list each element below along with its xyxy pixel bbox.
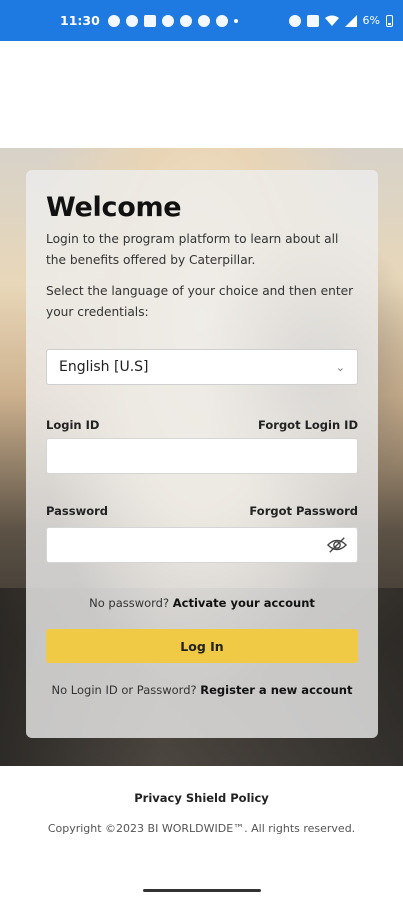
system-icons: 6% (288, 14, 393, 27)
password-label: Password (46, 504, 108, 518)
register-account-link[interactable]: Register a new account (200, 683, 352, 697)
dot-icon (233, 18, 238, 23)
login-button[interactable]: Log In (46, 629, 358, 663)
copyright-text: Copyright ©2023 BI WORLDWIDE™. All right… (47, 822, 356, 835)
no-login-text: No Login ID or Password? (51, 683, 201, 697)
battery-icon (386, 14, 393, 27)
language-select-value: English [U.S] (59, 359, 149, 375)
gesture-handle[interactable] (143, 889, 261, 892)
language-select[interactable]: English [U.S] ⌄ (46, 349, 358, 385)
activate-line: No password? Activate your account (26, 596, 378, 610)
status-time: 11:30 (60, 13, 100, 28)
alarm-icon (288, 14, 301, 27)
eye-slash-icon[interactable] (327, 536, 347, 554)
k-icon (161, 14, 174, 27)
chevron-down-icon: ⌄ (335, 360, 345, 374)
messenger-icon (197, 14, 210, 27)
instagram-icon (143, 14, 156, 27)
forgot-login-id-link[interactable]: Forgot Login ID (258, 418, 358, 432)
instruction-text: Select the language of your choice and t… (46, 284, 354, 319)
login-id-label: Login ID (46, 418, 100, 432)
bulb-icon (215, 14, 228, 27)
whatsapp-icon (107, 14, 120, 27)
notification-icons (107, 14, 238, 27)
photo-icon (306, 14, 319, 27)
no-password-text: No password? (89, 596, 173, 610)
login-card: Welcome Login to the program platform to… (26, 170, 378, 738)
privacy-policy-link[interactable]: Privacy Shield Policy (0, 791, 403, 805)
threads-icon (179, 14, 192, 27)
signal-icon (344, 14, 357, 27)
login-id-input[interactable] (46, 438, 358, 474)
activate-account-link[interactable]: Activate your account (173, 596, 315, 610)
intro-text: Login to the program platform to learn a… (46, 232, 339, 267)
password-input[interactable] (46, 527, 358, 563)
forgot-password-link[interactable]: Forgot Password (249, 504, 358, 518)
chat-icon (125, 14, 138, 27)
page-title: Welcome (46, 192, 182, 223)
status-bar: 11:30 6% (0, 0, 403, 41)
register-line: No Login ID or Password? Register a new … (26, 683, 378, 697)
wifi-icon (324, 15, 339, 26)
battery-percent: 6% (362, 14, 380, 27)
